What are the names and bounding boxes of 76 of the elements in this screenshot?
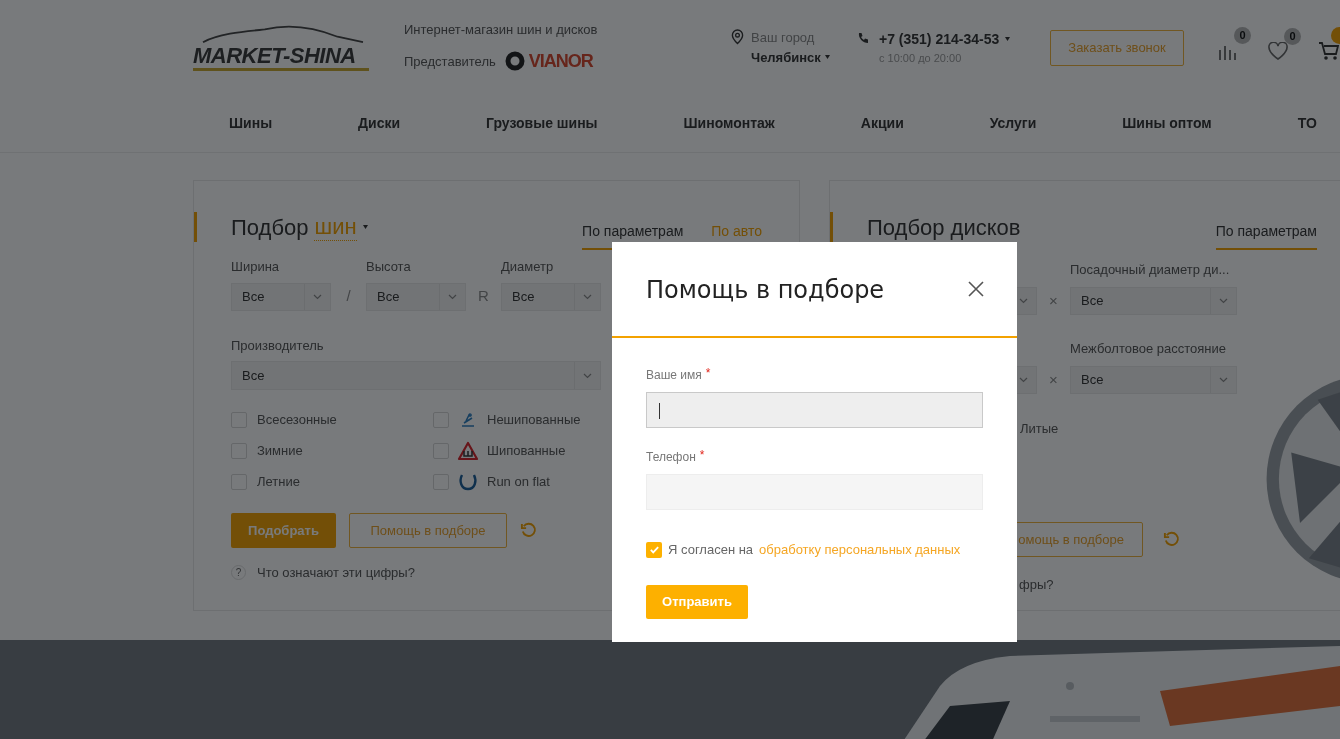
city-selector[interactable]: Челябинск — [751, 47, 830, 67]
field-label: Посадочный диаметр ди... — [1070, 262, 1230, 277]
count-badge: 0 — [1234, 26, 1251, 44]
tab[interactable]: По параметрам — [1215, 221, 1317, 250]
count-badge: 0 — [1284, 27, 1301, 45]
modal-title: Помощь в подборе — [646, 275, 885, 306]
card-title: Подбор дисков — [867, 213, 1021, 242]
field-label: Диаметр — [501, 258, 555, 276]
text-caret — [659, 403, 660, 419]
chevron-down-icon — [313, 293, 322, 300]
privacy-link[interactable]: обработку персональных данных — [759, 540, 961, 560]
select-field[interactable]: Все — [231, 361, 601, 390]
checkbox[interactable] — [646, 541, 662, 558]
u-shape-icon — [458, 473, 478, 491]
partner-logo[interactable]: VIANOR — [504, 47, 593, 75]
option-label: Run on flat — [487, 473, 550, 492]
chevron-down-icon — [448, 293, 457, 300]
chevron-down-icon — [1219, 377, 1228, 383]
required-mark: * — [705, 365, 711, 382]
nav-link[interactable]: Услуги — [989, 113, 1037, 134]
representative-label: Представитель — [404, 52, 496, 71]
nav-link[interactable]: Шины оптом — [1122, 113, 1212, 134]
field-label: Ширина — [231, 258, 281, 276]
warning-triangle-icon — [457, 441, 479, 461]
option-label: Литые — [1020, 421, 1059, 436]
required-mark: * — [699, 447, 705, 464]
help-link[interactable]: фры? — [1019, 577, 1054, 592]
field-label: Производитель — [231, 336, 325, 355]
tire-icon — [504, 51, 525, 72]
nav-link[interactable]: Грузовые шины — [486, 113, 598, 134]
size-separator: × — [1048, 369, 1059, 390]
select-field[interactable]: Все — [231, 282, 331, 311]
nav-link[interactable]: Диски — [358, 113, 401, 134]
option-label: Летние — [257, 473, 300, 492]
select-field[interactable]: Все — [366, 282, 466, 311]
location-pin-icon — [731, 29, 744, 45]
size-separator: / — [346, 286, 351, 307]
logo[interactable]: MARKET-SHINA — [193, 18, 375, 77]
reset-icon[interactable] — [1163, 531, 1180, 548]
nav-link[interactable]: Акции — [860, 113, 904, 134]
option-label: Зимние — [257, 442, 303, 461]
reset-icon[interactable] — [520, 522, 537, 539]
heart-icon[interactable] — [1268, 41, 1288, 60]
card-title: Подбор — [231, 213, 309, 242]
select-field[interactable]: Все — [1070, 287, 1237, 315]
nav-link[interactable]: ТО — [1297, 113, 1317, 134]
nav-link[interactable]: Шиномонтаж — [683, 113, 775, 134]
consent-text: Я согласен на — [668, 541, 754, 559]
field-label: Межболтовое расстояние — [1070, 341, 1226, 356]
chevron-down-icon — [583, 372, 592, 379]
select-field[interactable]: Все — [1070, 366, 1237, 394]
chevron-down-icon — [1019, 298, 1028, 304]
chevron-down-icon — [1219, 298, 1228, 304]
cart-icon[interactable] — [1318, 40, 1340, 61]
close-icon[interactable] — [968, 281, 984, 297]
phone-icon — [857, 31, 869, 44]
field-label: Высота — [366, 258, 412, 276]
field-label: Ваше имя — [646, 367, 702, 384]
caret-icon — [362, 225, 368, 229]
option-label: Шипованные — [487, 442, 566, 461]
select-field[interactable]: Все — [501, 282, 601, 311]
field-label: Телефон — [646, 449, 696, 466]
chevron-down-icon — [583, 293, 592, 300]
caret-icon — [824, 55, 830, 60]
help-link[interactable]: Что означают эти цифры? — [257, 563, 415, 583]
chevron-down-icon — [1019, 377, 1028, 383]
check-icon — [648, 544, 660, 556]
input-field[interactable] — [646, 392, 983, 428]
caret-icon — [1005, 37, 1011, 42]
option-label: Всесезонные — [257, 411, 337, 430]
phone-number[interactable]: +7 (351) 214-34-53 — [879, 28, 1000, 50]
logo-text: MARKET-SHINA — [193, 44, 369, 71]
option-label: Нешипованные — [487, 411, 581, 430]
nav-link[interactable]: Шины — [229, 113, 273, 134]
tagline: Интернет-магазин шин и дисков — [404, 21, 599, 40]
size-separator: × — [1048, 290, 1059, 311]
